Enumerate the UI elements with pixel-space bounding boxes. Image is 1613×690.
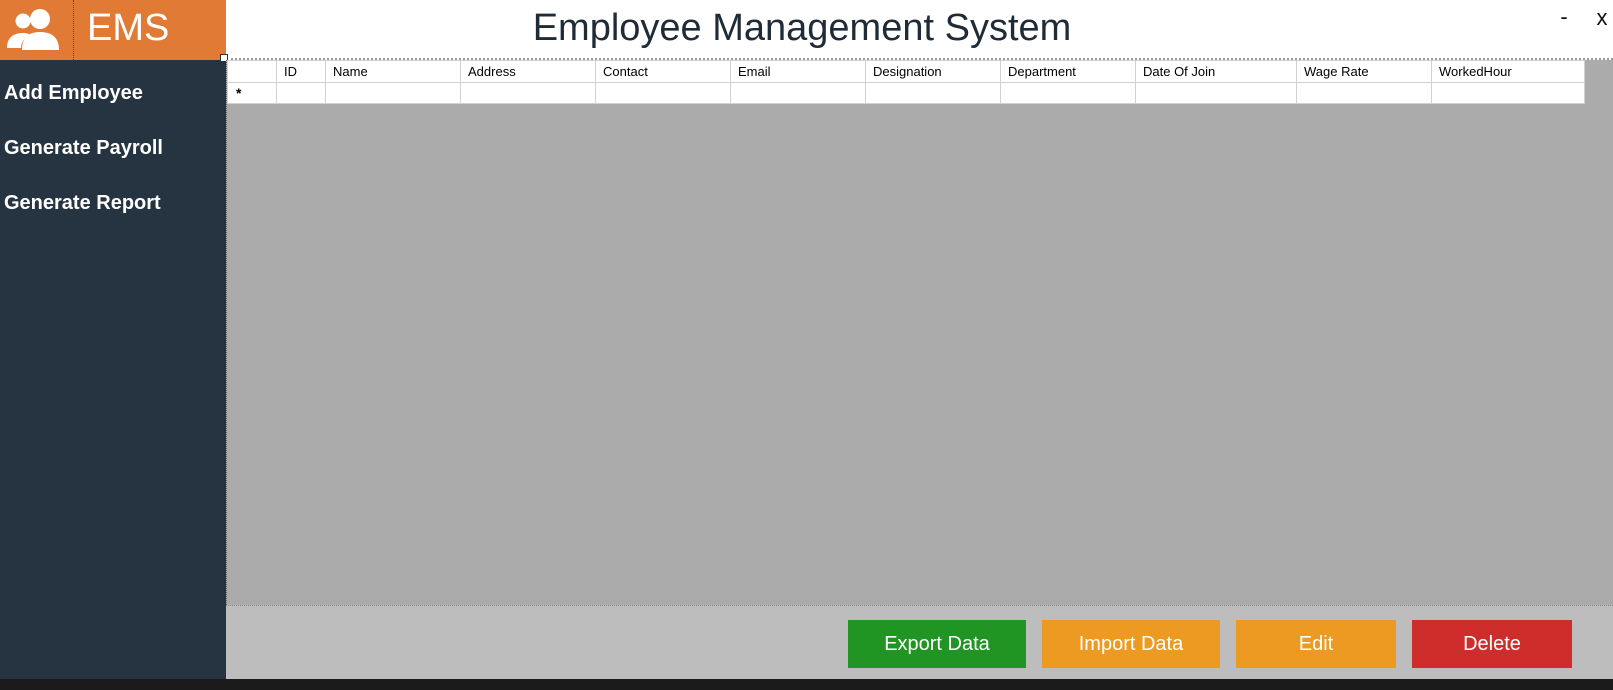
column-header-designation[interactable]: Designation: [865, 60, 1001, 83]
table-cell[interactable]: [1135, 82, 1297, 104]
employee-table[interactable]: ID Name Address Contact Email Designatio…: [227, 60, 1585, 104]
table-cell[interactable]: [1000, 82, 1136, 104]
column-header-id[interactable]: ID: [276, 60, 326, 83]
logo-icon-box: [0, 0, 74, 60]
close-button[interactable]: x: [1590, 3, 1613, 33]
table-cell[interactable]: [595, 82, 731, 104]
new-row-marker[interactable]: *: [227, 82, 277, 104]
column-header-name[interactable]: Name: [325, 60, 461, 83]
column-header-department[interactable]: Department: [1000, 60, 1136, 83]
delete-button[interactable]: Delete: [1412, 620, 1572, 668]
employee-data-grid[interactable]: ID Name Address Contact Email Designatio…: [226, 60, 1613, 605]
table-cell[interactable]: [730, 82, 866, 104]
sidebar-item-generate-payroll[interactable]: Generate Payroll: [4, 136, 163, 160]
page-title: Employee Management System: [532, 7, 1072, 49]
column-header-address[interactable]: Address: [460, 60, 596, 83]
edit-button[interactable]: Edit: [1236, 620, 1396, 668]
column-header-email[interactable]: Email: [730, 60, 866, 83]
logo-panel: EMS: [0, 0, 226, 60]
users-icon: [7, 9, 59, 50]
column-header-wage-rate[interactable]: Wage Rate: [1296, 60, 1432, 83]
table-cell[interactable]: [276, 82, 326, 104]
minimize-button[interactable]: -: [1554, 2, 1574, 32]
column-header-date-of-join[interactable]: Date Of Join: [1135, 60, 1297, 83]
sidebar-item-generate-report[interactable]: Generate Report: [4, 191, 161, 215]
action-bar: Export Data Import Data Edit Delete: [226, 605, 1613, 680]
logo-text: EMS: [87, 7, 170, 49]
export-data-button[interactable]: Export Data: [848, 620, 1026, 668]
table-header-row: ID Name Address Contact Email Designatio…: [227, 60, 1585, 83]
row-header-corner[interactable]: [227, 60, 277, 83]
column-header-contact[interactable]: Contact: [595, 60, 731, 83]
header: Employee Management System - x: [226, 0, 1613, 60]
table-cell[interactable]: [865, 82, 1001, 104]
sidebar-item-add-employee[interactable]: Add Employee: [4, 81, 143, 105]
table-row-new[interactable]: *: [227, 82, 1585, 104]
table-cell[interactable]: [1431, 82, 1585, 104]
bottom-strip: [0, 679, 1613, 690]
table-cell[interactable]: [325, 82, 461, 104]
table-cell[interactable]: [460, 82, 596, 104]
column-header-worked-hour[interactable]: WorkedHour: [1431, 60, 1585, 83]
table-cell[interactable]: [1296, 82, 1432, 104]
sidebar: EMS Add Employee Generate Payroll Genera…: [0, 0, 226, 679]
import-data-button[interactable]: Import Data: [1042, 620, 1220, 668]
